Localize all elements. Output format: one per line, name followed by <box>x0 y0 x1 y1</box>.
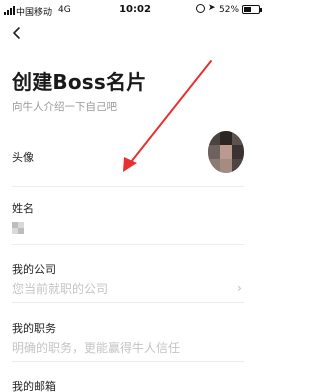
name-value-blurred[interactable] <box>12 222 24 234</box>
divider <box>12 186 244 187</box>
avatar[interactable] <box>208 131 244 173</box>
position-input[interactable]: 明确的职务，更能赢得牛人信任 <box>12 339 180 356</box>
company-label: 我的公司 <box>12 263 56 276</box>
page-title: 创建Boss名片 <box>12 70 147 94</box>
divider <box>12 302 244 303</box>
battery-icon <box>242 5 262 14</box>
position-label: 我的职务 <box>12 322 56 335</box>
divider <box>12 361 244 362</box>
email-label: 我的邮箱 <box>12 380 56 392</box>
name-label: 姓名 <box>12 202 34 215</box>
page-subtitle: 向牛人介绍一下自己吧 <box>12 101 117 113</box>
back-arrow-icon[interactable] <box>10 26 24 40</box>
avatar-label: 头像 <box>12 151 34 164</box>
location-icon: ➤ <box>208 3 216 13</box>
divider <box>12 244 244 245</box>
battery-percent: 52% <box>219 5 240 15</box>
company-input[interactable]: 您当前就职的公司 <box>12 280 108 297</box>
status-bar: 中国移动 4G 10:02 ➤ 52% <box>0 0 270 22</box>
chevron-right-icon[interactable]: › <box>237 281 242 295</box>
orientation-lock-icon <box>196 4 205 13</box>
